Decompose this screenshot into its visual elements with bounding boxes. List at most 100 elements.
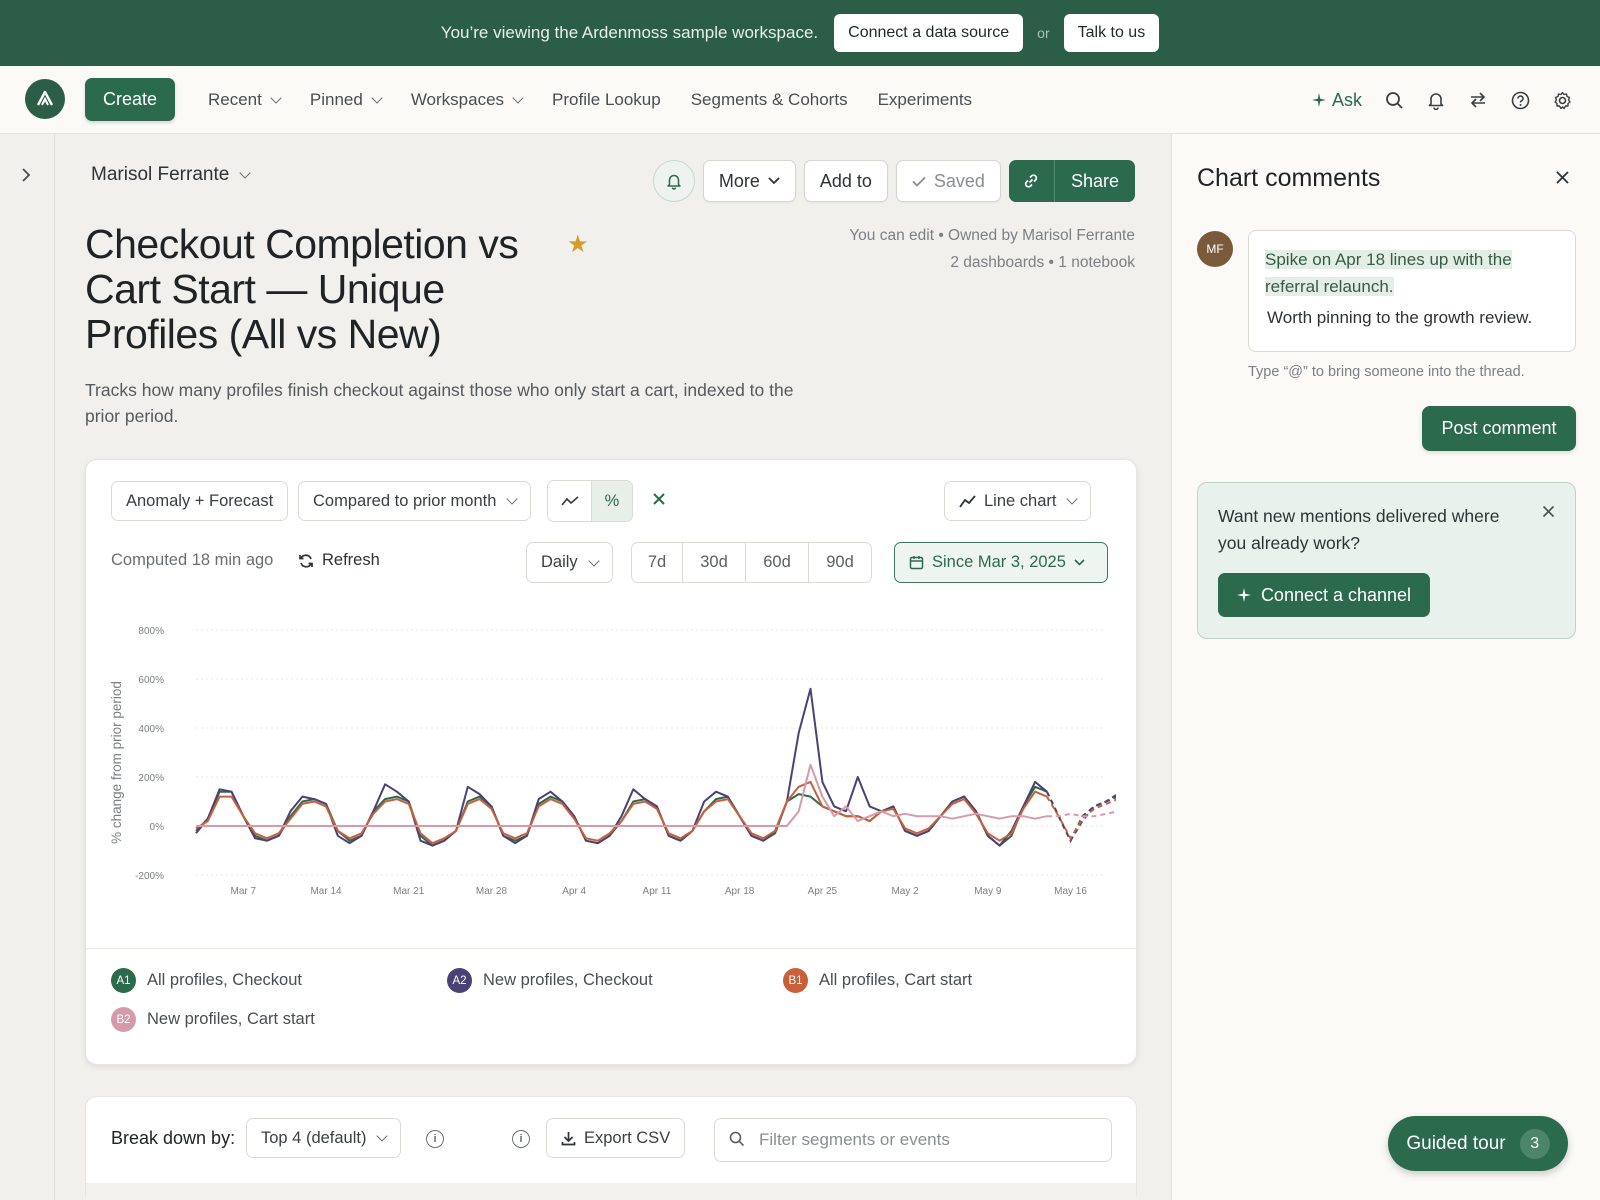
- chart-type-select[interactable]: Line chart: [944, 481, 1092, 521]
- range-7d[interactable]: 7d: [632, 543, 683, 582]
- close-icon[interactable]: [1555, 170, 1570, 190]
- more-button[interactable]: More: [702, 160, 796, 202]
- nav-pinned[interactable]: Pinned: [309, 90, 383, 110]
- series-badge: A1: [111, 968, 136, 993]
- sample-workspace-banner: You’re viewing the Ardenmoss sample work…: [0, 0, 1600, 66]
- bell-icon: [667, 174, 681, 190]
- chart-card: Anomaly + Forecast Compared to prior mon…: [85, 459, 1137, 1065]
- ask-label: Ask: [1331, 89, 1362, 110]
- info-icon[interactable]: i: [426, 1130, 444, 1148]
- export-csv-button[interactable]: Export CSV: [546, 1118, 686, 1158]
- x-tick-label: Apr 25: [808, 886, 838, 897]
- copy-link-button[interactable]: [1009, 160, 1055, 202]
- breakdown-select[interactable]: Top 4 (default): [246, 1118, 402, 1158]
- legend-item[interactable]: A1 All profiles, Checkout: [111, 968, 302, 993]
- nav-recent[interactable]: Recent: [208, 90, 282, 110]
- nav-segments-cohorts[interactable]: Segments & Cohorts: [691, 90, 848, 110]
- chevron-down-icon: [1074, 559, 1085, 566]
- ask-button[interactable]: Ask: [1311, 89, 1362, 111]
- nav-menu: Recent Pinned Workspaces Profile Lookup …: [208, 66, 972, 134]
- legend-item[interactable]: B2 New profiles, Cart start: [111, 1007, 315, 1032]
- nav-profile-lookup[interactable]: Profile Lookup: [552, 90, 661, 110]
- avatar: MF: [1197, 231, 1233, 267]
- y-tick-label: 400%: [138, 724, 164, 735]
- search-icon: [729, 1131, 745, 1152]
- range-30d[interactable]: 30d: [683, 543, 746, 582]
- notice-text: Want new mentions delivered where you al…: [1218, 506, 1500, 553]
- comment-body: Worth pinning to the growth review.: [1267, 308, 1533, 327]
- comparison-label: Compared to prior month: [313, 491, 497, 510]
- refresh-button[interactable]: Refresh: [298, 551, 380, 570]
- favorite-star-icon[interactable]: ★: [567, 230, 589, 259]
- filter-segments-input[interactable]: [714, 1118, 1112, 1162]
- y-tick-label: 200%: [138, 773, 164, 784]
- y-axis-label: % change from prior period: [109, 681, 124, 844]
- talk-to-us-button[interactable]: Talk to us: [1063, 14, 1160, 52]
- series-badge: B2: [111, 1007, 136, 1032]
- x-tick-label: Apr 18: [725, 886, 755, 897]
- line-chart[interactable]: 800% 600% 400% 200% 0% -200% % change from pri…: [106, 610, 1116, 910]
- nav-workspaces[interactable]: Workspaces: [410, 90, 524, 110]
- line-chart-icon: [959, 494, 976, 508]
- y-tick-label: -200%: [135, 871, 164, 882]
- owner-selector[interactable]: Marisol Ferrante: [91, 164, 251, 186]
- connect-data-source-button[interactable]: Connect a data source: [834, 14, 1024, 52]
- legend-label: New profiles, Checkout: [483, 971, 653, 989]
- computed-timestamp: Computed 18 min ago: [111, 551, 274, 569]
- check-icon: [912, 176, 926, 187]
- search-icon[interactable]: [1384, 90, 1404, 110]
- nav-workspaces-label: Workspaces: [410, 90, 505, 109]
- range-90d[interactable]: 90d: [809, 543, 871, 582]
- comment-input[interactable]: Spike on Apr 18 lines up with the referr…: [1248, 230, 1576, 352]
- info-icon[interactable]: i: [512, 1130, 530, 1148]
- share-group: Share: [1008, 160, 1135, 202]
- granularity-select[interactable]: Daily: [526, 542, 613, 583]
- owner-name: Marisol Ferrante: [91, 164, 230, 185]
- clear-comparison-close-icon[interactable]: [652, 492, 666, 511]
- x-tick-label: Mar 7: [230, 886, 256, 897]
- comparison-select[interactable]: Compared to prior month: [298, 481, 532, 521]
- chevron-down-icon: [768, 177, 780, 185]
- connect-channel-button[interactable]: Connect a channel: [1218, 573, 1430, 617]
- trend-mode-button[interactable]: [548, 481, 592, 521]
- date-range-label: Since Mar 3, 2025: [932, 553, 1066, 571]
- granularity-label: Daily: [541, 553, 578, 571]
- x-tick-label: Apr 11: [643, 886, 672, 897]
- share-button[interactable]: Share: [1055, 160, 1135, 202]
- add-to-button[interactable]: Add to: [803, 160, 888, 202]
- legend-item[interactable]: A2 New profiles, Checkout: [447, 968, 653, 993]
- saved-button[interactable]: Saved: [895, 160, 1001, 202]
- app-logo[interactable]: [25, 79, 65, 119]
- percent-mode-button[interactable]: %: [592, 481, 632, 521]
- nav-pinned-label: Pinned: [309, 90, 363, 109]
- settings-gear-icon[interactable]: [1552, 90, 1572, 110]
- trend-line-icon: [560, 496, 579, 506]
- connect-channel-label: Connect a channel: [1260, 584, 1412, 605]
- tour-count-badge: 3: [1519, 1128, 1550, 1159]
- post-comment-button[interactable]: Post comment: [1422, 406, 1576, 451]
- legend-item[interactable]: B1 All profiles, Cart start: [783, 968, 972, 993]
- close-icon[interactable]: [1542, 505, 1555, 523]
- notification-bell-icon[interactable]: [1426, 90, 1446, 110]
- export-csv-label: Export CSV: [584, 1128, 671, 1147]
- nav-experiments[interactable]: Experiments: [878, 90, 972, 110]
- chevron-down-icon: [588, 554, 600, 567]
- anomaly-forecast-button[interactable]: Anomaly + Forecast: [111, 481, 289, 521]
- date-range-button[interactable]: Since Mar 3, 2025: [894, 542, 1108, 583]
- comment-highlight: Spike on Apr 18 lines up with the referr…: [1265, 250, 1512, 296]
- alert-bell-button[interactable]: [652, 160, 695, 202]
- legend-label: All profiles, Checkout: [147, 971, 302, 989]
- help-icon[interactable]: [1510, 90, 1530, 110]
- legend-label: All profiles, Cart start: [819, 971, 973, 989]
- sparkle-icon: [1311, 93, 1326, 107]
- legend-label: New profiles, Cart start: [147, 1010, 315, 1028]
- page-title: Checkout Completion vs Cart Start — Uniq…: [85, 221, 519, 357]
- breakdown-label: Break down by:: [111, 1128, 236, 1148]
- refresh-label: Refresh: [322, 551, 380, 569]
- expand-sidebar-chevron-icon[interactable]: [20, 167, 32, 188]
- guided-tour-button[interactable]: Guided tour 3: [1388, 1116, 1568, 1171]
- range-60d[interactable]: 60d: [746, 543, 809, 582]
- switch-arrows-icon[interactable]: [1468, 90, 1488, 110]
- create-button[interactable]: Create: [85, 78, 175, 121]
- chart-type-label: Line chart: [984, 491, 1057, 510]
